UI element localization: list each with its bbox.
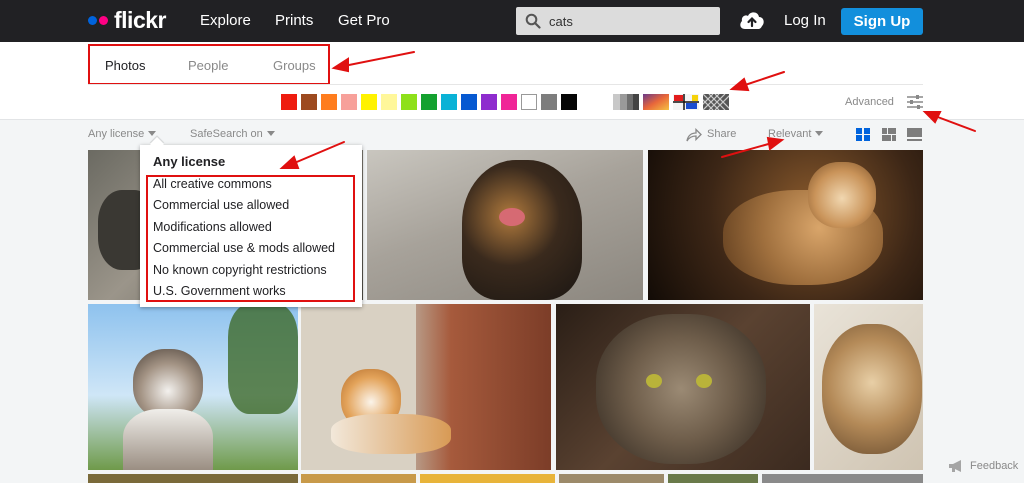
color-filter-swatch[interactable]	[521, 94, 537, 110]
photo-tile[interactable]	[88, 304, 298, 470]
photo-tile[interactable]	[668, 474, 758, 483]
nav-prints[interactable]: Prints	[275, 12, 313, 29]
photo-tile[interactable]	[301, 304, 551, 470]
photo-tile[interactable]	[420, 474, 555, 483]
cat-shape	[462, 160, 582, 300]
photo-tile[interactable]	[88, 474, 298, 483]
search-box	[516, 7, 720, 35]
login-link[interactable]: Log In	[784, 12, 826, 29]
safesearch-label: SafeSearch on	[190, 128, 263, 140]
license-option-modifications[interactable]: Modifications allowed	[153, 220, 272, 234]
photo-tile[interactable]	[301, 474, 416, 483]
cat-eye	[696, 374, 712, 388]
color-filter-swatch[interactable]	[401, 94, 417, 110]
color-filter-swatch[interactable]	[421, 94, 437, 110]
list-view-icon[interactable]	[907, 128, 922, 141]
nav-get-pro[interactable]: Get Pro	[338, 12, 390, 29]
search-icon[interactable]	[525, 13, 541, 29]
cat-shape	[331, 414, 451, 454]
photo-tile[interactable]	[814, 304, 923, 470]
photo-tile[interactable]	[367, 150, 643, 300]
grid-view-icon[interactable]	[856, 128, 870, 141]
search-input[interactable]	[549, 7, 714, 35]
nav-explore[interactable]: Explore	[200, 12, 251, 29]
tab-groups[interactable]: Groups	[273, 58, 316, 73]
share-icon[interactable]	[686, 128, 702, 142]
cat-head	[596, 314, 766, 464]
license-option-any[interactable]: Any license	[153, 154, 225, 169]
upload-cloud-icon[interactable]	[738, 9, 766, 31]
sort-dropdown[interactable]: Relevant	[768, 128, 824, 140]
signup-button[interactable]: Sign Up	[841, 8, 923, 35]
advanced-search-link[interactable]: Advanced	[845, 96, 894, 108]
color-filter-swatch[interactable]	[361, 94, 377, 110]
color-filter-swatch[interactable]	[301, 94, 317, 110]
safesearch-dropdown[interactable]: SafeSearch on	[190, 128, 275, 140]
color-filter-swatch[interactable]	[281, 94, 297, 110]
license-filter-label: Any license	[88, 128, 145, 140]
top-navigation-bar: flickr Explore Prints Get Pro Log In Sig…	[0, 0, 1024, 42]
tab-photos[interactable]: Photos	[105, 58, 145, 73]
flickr-logo[interactable]: flickr	[88, 7, 166, 34]
justified-view-icon[interactable]	[882, 128, 896, 141]
color-filter-swatch[interactable]	[541, 94, 557, 110]
cat-head	[808, 162, 876, 228]
cat-mouth	[499, 208, 525, 226]
license-option-commercial-mods[interactable]: Commercial use & mods allowed	[153, 241, 335, 255]
patterns-filter-swatch[interactable]	[703, 94, 729, 110]
cat-eye	[646, 374, 662, 388]
color-filter-swatch[interactable]	[501, 94, 517, 110]
chevron-down-icon	[815, 131, 824, 136]
feedback-link[interactable]: Feedback	[970, 460, 1018, 472]
logo-blue-dot	[88, 16, 97, 25]
photo-tile[interactable]	[648, 150, 923, 300]
share-button[interactable]: Share	[707, 128, 736, 140]
color-filter-swatch[interactable]	[481, 94, 497, 110]
cat-head	[822, 324, 922, 454]
license-option-no-copyright[interactable]: No known copyright restrictions	[153, 263, 327, 277]
license-option-creative-commons[interactable]: All creative commons	[153, 177, 272, 191]
sliders-icon[interactable]	[906, 94, 924, 110]
search-type-tabs: Photos People Groups	[88, 44, 330, 85]
license-option-us-government[interactable]: U.S. Government works	[153, 284, 286, 298]
license-filter-dropdown[interactable]: Any license	[88, 128, 157, 140]
photo-tile[interactable]	[762, 474, 923, 483]
chevron-down-icon	[148, 131, 157, 136]
tab-people[interactable]: People	[188, 58, 228, 73]
color-filter-swatch[interactable]	[561, 94, 577, 110]
photo-tile[interactable]	[559, 474, 664, 483]
logo-wordmark: flickr	[114, 7, 166, 33]
color-filter-swatch[interactable]	[321, 94, 337, 110]
logo-pink-dot	[99, 16, 108, 25]
minimalist-filter-swatch[interactable]	[673, 94, 699, 110]
photo-tile[interactable]	[556, 304, 810, 470]
license-dropdown-menu: Any license All creative commons Commerc…	[140, 136, 362, 307]
search-filter-header: Photos People Groups Advanced	[0, 42, 1024, 120]
divider	[88, 84, 923, 85]
color-filter-swatch[interactable]	[381, 94, 397, 110]
license-option-commercial[interactable]: Commercial use allowed	[153, 198, 289, 212]
color-filter-swatch[interactable]	[461, 94, 477, 110]
chevron-down-icon	[266, 131, 275, 136]
shallow-depth-filter-swatch[interactable]	[643, 94, 669, 110]
megaphone-icon[interactable]	[947, 459, 967, 473]
cat-shape	[123, 409, 213, 470]
color-filter-swatch[interactable]	[341, 94, 357, 110]
sort-label: Relevant	[768, 128, 812, 140]
tree-shape	[228, 304, 298, 414]
license-options-highlight	[146, 175, 355, 302]
grayscale-filter-swatch[interactable]	[613, 94, 639, 110]
color-filter-swatch[interactable]	[441, 94, 457, 110]
